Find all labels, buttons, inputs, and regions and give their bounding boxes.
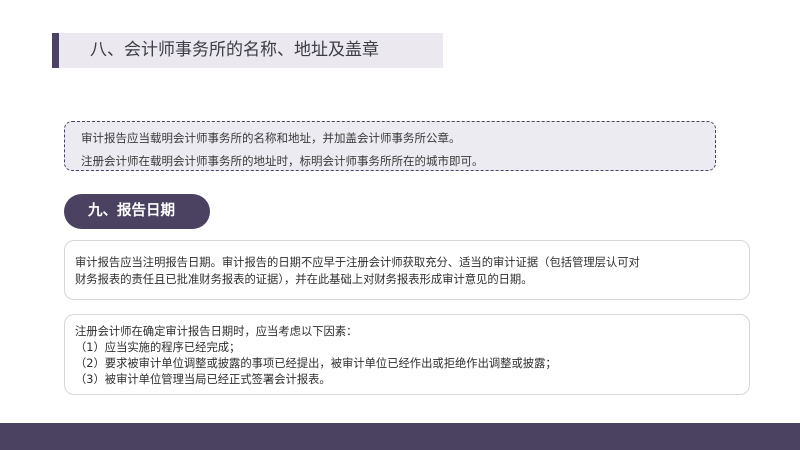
report-date-line-2: 财务报表的责任且已批准财务报表的证据），并在此基础上对财务报表形成审计意见的日期… (75, 273, 533, 286)
report-date-factors-card: 注册会计师在确定审计报告日期时，应当考虑以下因素： （1）应当实施的程序已经完成… (64, 314, 750, 395)
report-date-heading: 九、报告日期 (64, 194, 210, 229)
factor-item-1: （1）应当实施的程序已经完成； (75, 341, 241, 354)
factor-item-2: （2）要求被审计单位调整或披露的事项已经提出，被审计单位已经作出或拒绝作出调整或… (75, 357, 557, 370)
section-title: 八、会计师事务所的名称、地址及盖章 (90, 40, 379, 60)
factors-intro: 注册会计师在确定审计报告日期时，应当考虑以下因素： (75, 325, 358, 338)
report-date-card: 审计报告应当注明报告日期。审计报告的日期不应早于注册会计师获取充分、适当的审计证… (64, 240, 750, 300)
section-title-bar: 八、会计师事务所的名称、地址及盖章 (52, 33, 443, 68)
factor-item-3: （3）被审计单位管理当局已经正式签署会计报表。 (75, 373, 331, 386)
footer-bar (0, 423, 800, 450)
address-info-line-2: 注册会计师在载明会计师事务所的地址时，标明会计师事务所所在的城市即可。 (81, 154, 484, 168)
address-info-box: 审计报告应当载明会计师事务所的名称和地址，并加盖会计师事务所公章。 注册会计师在… (64, 121, 716, 171)
report-date-line-1: 审计报告应当注明报告日期。审计报告的日期不应早于注册会计师获取充分、适当的审计证… (75, 256, 640, 269)
address-info-line-1: 审计报告应当载明会计师事务所的名称和地址，并加盖会计师事务所公章。 (81, 131, 461, 145)
title-accent-stripe (52, 33, 59, 68)
